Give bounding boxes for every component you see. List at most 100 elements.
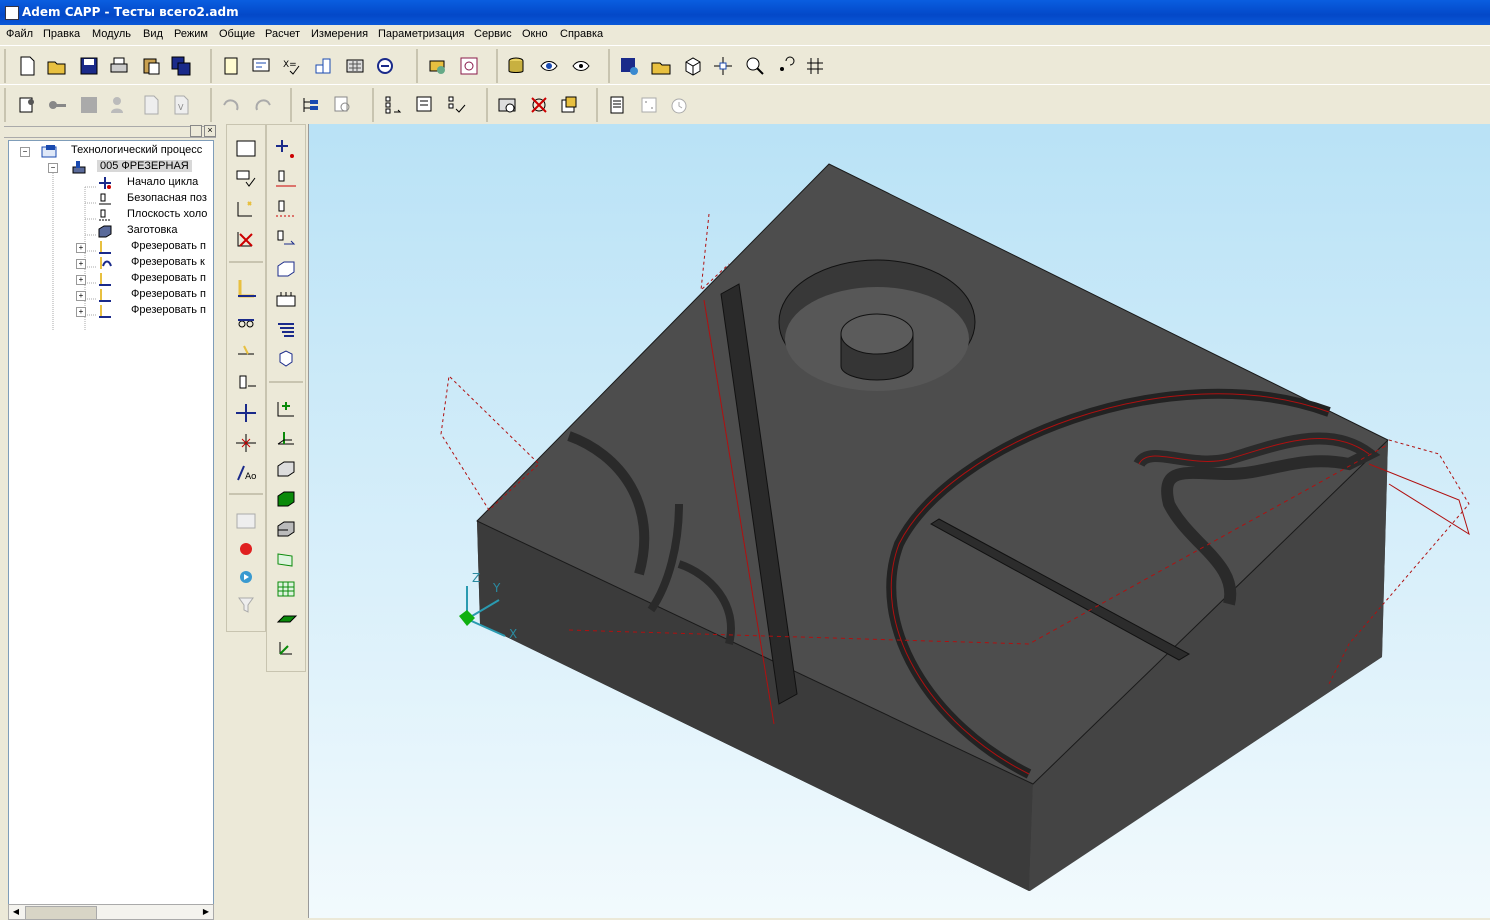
view-eye-icon[interactable] [536, 53, 562, 79]
doc-settings-icon[interactable] [14, 92, 40, 118]
new-file-icon[interactable] [14, 53, 40, 79]
model-view[interactable]: Z Y X [309, 124, 1490, 918]
menu-module[interactable]: Модуль [92, 28, 131, 40]
step-edit-icon[interactable] [412, 92, 438, 118]
key-icon[interactable] [44, 92, 70, 118]
operation-delete-icon[interactable] [231, 225, 261, 253]
view-eye2-icon[interactable] [568, 53, 594, 79]
page-disabled-icon[interactable] [138, 92, 164, 118]
menu-file[interactable]: Файл [6, 28, 33, 40]
calculator-icon[interactable] [342, 53, 368, 79]
origin-icon[interactable] [231, 429, 261, 457]
layers-stack-icon[interactable] [271, 315, 301, 343]
fixture-icon[interactable] [271, 285, 301, 313]
zoom-icon[interactable] [742, 53, 768, 79]
menu-window[interactable]: Окно [522, 28, 548, 40]
save-nc-icon[interactable] [616, 53, 642, 79]
axis-tool-icon[interactable] [271, 633, 301, 661]
collapse-root-button[interactable]: − [20, 147, 30, 157]
scroll-right-icon[interactable]: ▶ [199, 905, 213, 919]
face-icon[interactable] [271, 545, 301, 573]
step-check-icon[interactable] [444, 92, 470, 118]
save-all-icon[interactable] [168, 53, 194, 79]
menu-edit[interactable]: Правка [43, 28, 80, 40]
stock-box-icon[interactable] [271, 255, 301, 283]
paste-icon[interactable] [138, 53, 164, 79]
holder-icon[interactable] [271, 345, 301, 373]
menu-service[interactable]: Сервис [474, 28, 512, 40]
layers-icon[interactable] [310, 53, 336, 79]
operation-new-icon[interactable] [231, 135, 261, 163]
text-tool-icon[interactable]: Ao [231, 459, 261, 487]
tool-move-icon[interactable] [271, 225, 301, 253]
report-icon[interactable] [604, 92, 630, 118]
save-disabled-icon[interactable] [76, 92, 102, 118]
cube-icon[interactable] [680, 53, 706, 79]
play-icon[interactable] [231, 563, 261, 591]
operation-check-icon[interactable] [231, 165, 261, 193]
dots-icon[interactable] [636, 92, 662, 118]
collapse-operation-button[interactable]: − [48, 163, 58, 173]
point-icon[interactable] [772, 53, 798, 79]
menu-mode[interactable]: Режим [174, 28, 208, 40]
save-icon[interactable] [76, 53, 102, 79]
expand-mill-1-button[interactable]: + [76, 243, 86, 253]
menu-view[interactable]: Вид [143, 28, 163, 40]
expand-mill-3-button[interactable]: + [76, 275, 86, 285]
align-icon[interactable] [231, 399, 261, 427]
pocket-icon[interactable] [556, 92, 582, 118]
open-folder-icon[interactable] [44, 53, 70, 79]
tree-view-icon[interactable] [298, 92, 324, 118]
pin-icon[interactable] [190, 125, 202, 137]
menu-measure[interactable]: Измерения [311, 28, 368, 40]
add-surface-icon[interactable] [271, 395, 301, 423]
solid-layers-icon[interactable] [271, 515, 301, 543]
filter-icon[interactable] [231, 591, 261, 619]
clock-icon[interactable] [666, 92, 692, 118]
solid-green-icon[interactable] [271, 485, 301, 513]
find-icon[interactable] [330, 92, 356, 118]
export-icon[interactable] [648, 53, 674, 79]
start-point-icon[interactable] [271, 135, 301, 163]
expand-mill-4-button[interactable]: + [76, 291, 86, 301]
delete-path-icon[interactable] [526, 92, 552, 118]
grid-icon[interactable] [802, 53, 828, 79]
shading-icon[interactable] [504, 53, 530, 79]
simulation-icon[interactable] [494, 92, 520, 118]
step-list-icon[interactable] [380, 92, 406, 118]
variables-icon[interactable]: X= [278, 53, 304, 79]
tool-library-icon[interactable] [424, 53, 450, 79]
record-icon[interactable] [231, 535, 261, 563]
expand-mill-5-button[interactable]: + [76, 307, 86, 317]
idle-plane-icon[interactable] [271, 195, 301, 223]
operation-add-icon[interactable] [231, 195, 261, 223]
redo-icon[interactable] [250, 92, 276, 118]
check-doc-icon[interactable]: V [168, 92, 194, 118]
undo-icon[interactable] [218, 92, 244, 118]
sheet-icon[interactable] [218, 53, 244, 79]
properties-icon[interactable] [248, 53, 274, 79]
print-icon[interactable] [106, 53, 132, 79]
face-mill-icon[interactable] [231, 339, 261, 367]
mill-step-icon[interactable] [231, 275, 261, 303]
user-disabled-icon[interactable] [106, 92, 132, 118]
process-tree[interactable]: − Технологический процесс − 005 ФРЕЗЕРНА… [8, 140, 214, 906]
plane-icon[interactable] [271, 605, 301, 633]
3d-viewport[interactable]: Z Y X [308, 124, 1490, 918]
menu-param[interactable]: Параметризация [378, 28, 464, 40]
menu-help[interactable]: Справка [560, 28, 603, 40]
menu-calc[interactable]: Расчет [265, 28, 300, 40]
table-disabled-icon[interactable] [231, 507, 261, 535]
move-icon[interactable] [710, 53, 736, 79]
expand-mill-2-button[interactable]: + [76, 259, 86, 269]
safe-plane-icon[interactable] [271, 165, 301, 193]
slot-icon[interactable] [231, 369, 261, 397]
scroll-left-icon[interactable]: ◀ [9, 905, 23, 919]
machine-icon[interactable] [456, 53, 482, 79]
surface-icon[interactable] [271, 425, 301, 453]
grid-surface-icon[interactable] [271, 575, 301, 603]
menu-general[interactable]: Общие [219, 28, 255, 40]
stop-icon[interactable] [372, 53, 398, 79]
close-icon[interactable]: × [204, 125, 216, 137]
cut-icon[interactable] [231, 307, 261, 335]
